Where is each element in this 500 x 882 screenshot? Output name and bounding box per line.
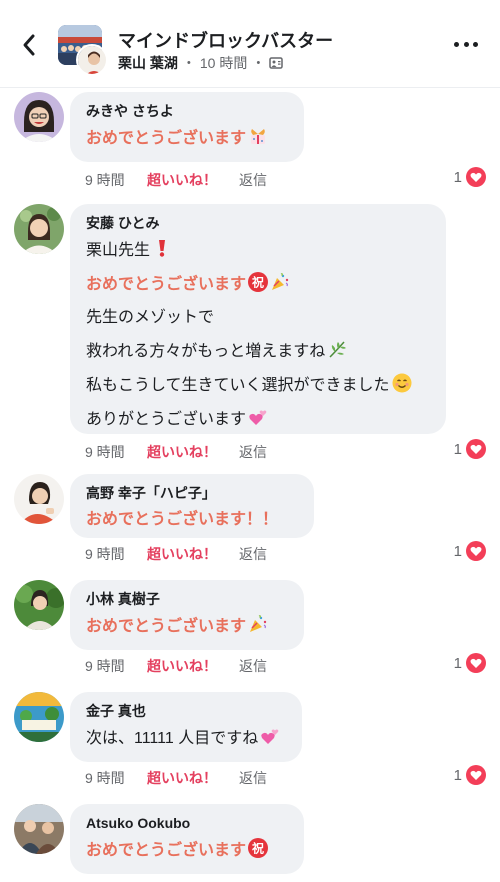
commenter-name[interactable]: 小林 真樹子 bbox=[86, 590, 288, 608]
like-button[interactable]: 超いいね！ bbox=[147, 768, 239, 788]
love-reaction-icon bbox=[466, 541, 486, 561]
comment-text: おめでとうございます祝 bbox=[86, 272, 430, 297]
commenter-name[interactable]: 安藤 ひとみ bbox=[86, 214, 430, 232]
svg-text:祝: 祝 bbox=[252, 275, 264, 290]
reply-button[interactable]: 返信 bbox=[239, 656, 267, 676]
party-popper-icon bbox=[272, 273, 289, 290]
author-avatar[interactable] bbox=[76, 44, 108, 76]
more-options-button[interactable] bbox=[454, 38, 478, 50]
love-reaction-icon bbox=[466, 765, 486, 785]
reaction-count[interactable]: 1 bbox=[454, 439, 486, 459]
comment-actions: 9 時間 超いいね！ 返信 bbox=[85, 656, 267, 676]
post-time[interactable]: 10 時間 bbox=[200, 53, 247, 73]
commenter-name[interactable]: 高野 幸子「ハピ子」 bbox=[86, 484, 298, 502]
reply-button[interactable]: 返信 bbox=[239, 544, 267, 564]
commenter-name[interactable]: 金子 真也 bbox=[86, 702, 286, 720]
comment-text: 次は、11111 人目ですね bbox=[86, 726, 286, 751]
svg-text:祝: 祝 bbox=[252, 841, 264, 856]
ribbon-gift-icon bbox=[251, 129, 266, 144]
post-header: マインドブロックバスター 栗山 葉湖 ・ 10 時間 ・ bbox=[0, 0, 500, 88]
comment-bubble[interactable]: 安藤 ひとみ 栗山先生 おめでとうございます祝 先生のメゾットで 救われる方々が… bbox=[70, 204, 446, 434]
two-hearts-icon bbox=[261, 729, 279, 744]
chevron-left-icon bbox=[23, 34, 35, 56]
comment-actions: 9 時間 超いいね！ 返信 bbox=[85, 544, 267, 564]
smiley-face-icon bbox=[392, 373, 412, 393]
avatar[interactable] bbox=[14, 692, 64, 742]
comment-bubble[interactable]: Atsuko Ookubo おめでとうございます祝 bbox=[70, 804, 304, 874]
comment-text: おめでとうございます bbox=[86, 614, 288, 639]
herb-icon bbox=[329, 341, 347, 358]
commenter-name[interactable]: みきや さちよ bbox=[86, 102, 288, 120]
comment-text: 先生のメゾットで bbox=[86, 309, 215, 326]
love-reaction-icon bbox=[466, 439, 486, 459]
comment-time[interactable]: 9 時間 bbox=[85, 768, 147, 788]
meta-separator: ・ bbox=[181, 55, 196, 71]
avatar[interactable] bbox=[14, 92, 64, 142]
comment-text: 私もこうして生きていく選択ができました bbox=[86, 373, 430, 398]
reply-button[interactable]: 返信 bbox=[239, 170, 267, 190]
reaction-count[interactable]: 1 bbox=[454, 765, 486, 785]
meta-separator-2: ・ bbox=[251, 55, 266, 71]
post-meta: 栗山 葉湖 ・ 10 時間 ・ bbox=[118, 53, 284, 73]
congratulations-icon: 祝 bbox=[248, 838, 269, 858]
love-reaction-icon bbox=[466, 167, 486, 187]
red-exclamation-icon bbox=[159, 240, 166, 257]
back-button[interactable] bbox=[14, 30, 44, 60]
like-button[interactable]: 超いいね！ bbox=[147, 656, 239, 676]
comment-text: 栗山先生 bbox=[86, 238, 430, 263]
comment-time[interactable]: 9 時間 bbox=[85, 656, 147, 676]
avatar[interactable] bbox=[14, 804, 64, 854]
commenter-name[interactable]: Atsuko Ookubo bbox=[86, 814, 288, 832]
comment-bubble[interactable]: みきや さちよ おめでとうございます bbox=[70, 92, 304, 162]
comment-text: 救われる方々がもっと増えますね bbox=[86, 339, 430, 364]
group-members-icon bbox=[269, 57, 284, 69]
comment-time[interactable]: 9 時間 bbox=[85, 544, 147, 564]
comment-text: おめでとうございます！！ bbox=[86, 511, 279, 528]
congratulations-icon: 祝 bbox=[248, 272, 269, 292]
party-popper-icon bbox=[250, 615, 267, 632]
reaction-count[interactable]: 1 bbox=[454, 167, 486, 187]
avatar[interactable] bbox=[14, 474, 64, 524]
reply-button[interactable]: 返信 bbox=[239, 442, 267, 462]
group-name[interactable]: マインドブロックバスター bbox=[118, 27, 333, 53]
reaction-count[interactable]: 1 bbox=[454, 541, 486, 561]
comment-text: ありがとうございます bbox=[86, 407, 430, 432]
two-hearts-icon bbox=[249, 410, 267, 425]
avatar[interactable] bbox=[14, 204, 64, 254]
reaction-count[interactable]: 1 bbox=[454, 653, 486, 673]
comment-text: おめでとうございます祝 bbox=[86, 838, 288, 863]
author-name[interactable]: 栗山 葉湖 bbox=[118, 53, 178, 73]
comment-actions: 9 時間 超いいね！ 返信 bbox=[85, 768, 267, 788]
comment-bubble[interactable]: 金子 真也 次は、11111 人目ですね bbox=[70, 692, 302, 762]
comment-bubble[interactable]: 小林 真樹子 おめでとうございます bbox=[70, 580, 304, 650]
more-horizontal-icon bbox=[454, 41, 459, 47]
love-reaction-icon bbox=[466, 653, 486, 673]
comment-time[interactable]: 9 時間 bbox=[85, 442, 147, 462]
comment-time[interactable]: 9 時間 bbox=[85, 170, 147, 190]
comment-actions: 9 時間 超いいね！ 返信 bbox=[85, 442, 267, 462]
like-button[interactable]: 超いいね！ bbox=[147, 544, 239, 564]
comment-text: おめでとうございます bbox=[86, 126, 288, 151]
like-button[interactable]: 超いいね！ bbox=[147, 170, 239, 190]
avatar[interactable] bbox=[14, 580, 64, 630]
comment-actions: 9 時間 超いいね！ 返信 bbox=[85, 170, 267, 190]
like-button[interactable]: 超いいね！ bbox=[147, 442, 239, 462]
reply-button[interactable]: 返信 bbox=[239, 768, 267, 788]
comment-bubble[interactable]: 高野 幸子「ハピ子」 おめでとうございます！！ bbox=[70, 474, 314, 538]
